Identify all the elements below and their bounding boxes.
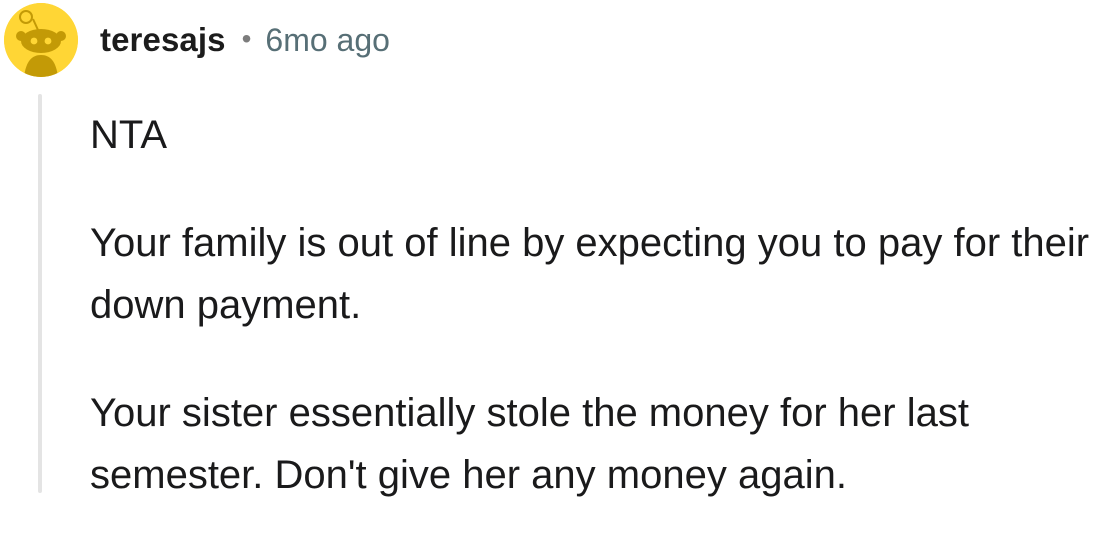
comment-header: teresajs • 6mo ago (100, 16, 390, 64)
timestamp[interactable]: 6mo ago (265, 22, 390, 59)
username[interactable]: teresajs (100, 21, 226, 59)
thread-line[interactable] (38, 94, 42, 493)
comment-paragraph: Your sister essentially stole the money … (90, 391, 969, 497)
comment-paragraph: Your family is out of line by expecting … (90, 221, 1090, 327)
avatar[interactable] (4, 3, 78, 77)
reddit-snoo-avatar-icon (4, 3, 78, 77)
separator-dot: • (241, 23, 252, 54)
comment-paragraph: NTA (90, 113, 168, 157)
comment-body: NTA Your family is out of line by expect… (90, 104, 1100, 552)
comment: teresajs • 6mo ago NTA Your family is ou… (0, 0, 1116, 497)
